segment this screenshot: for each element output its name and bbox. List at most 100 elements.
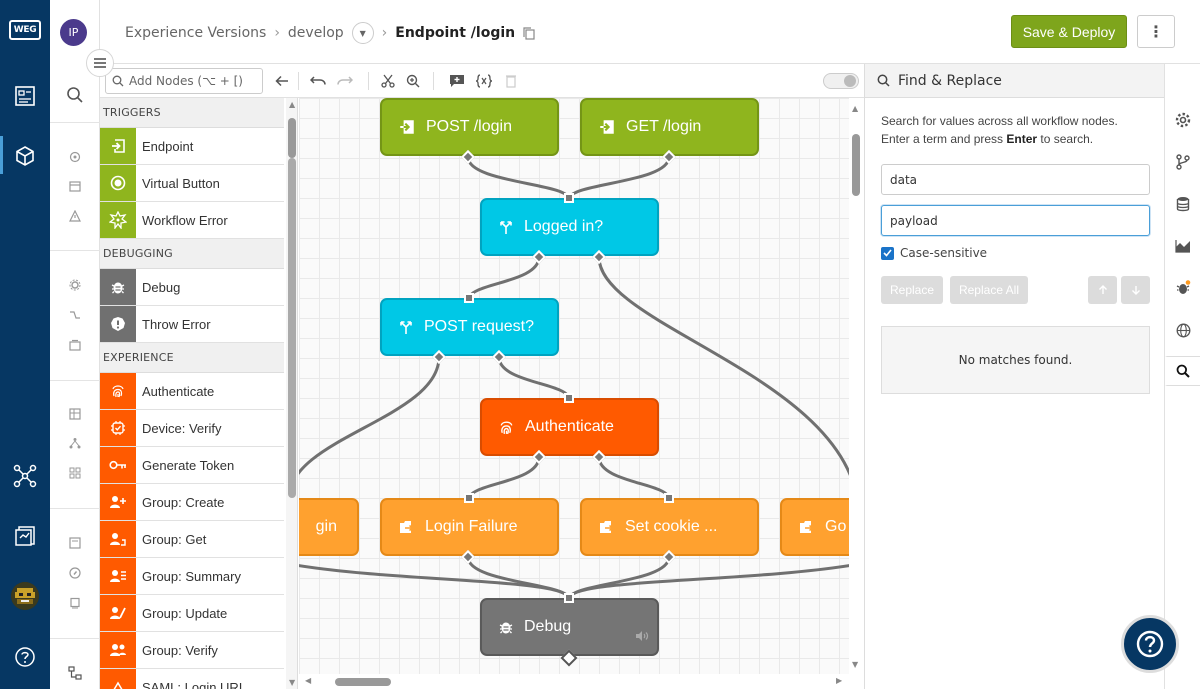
- breadcrumb-experience-versions[interactable]: Experience Versions: [125, 25, 266, 41]
- find-search-icon[interactable]: [1173, 361, 1193, 381]
- undo-icon[interactable]: [309, 72, 327, 90]
- palette-item-group-summary[interactable]: Group: Summary: [100, 558, 284, 595]
- node-get-login[interactable]: GET /login: [580, 98, 759, 156]
- case-sensitive-checkbox[interactable]: Case-sensitive: [881, 246, 987, 260]
- live-mode-toggle[interactable]: [823, 73, 859, 89]
- add-nodes-search[interactable]: Add Nodes (⌥ + [): [105, 68, 263, 94]
- input-port[interactable]: [564, 593, 574, 603]
- palette-item-generate-token[interactable]: Generate Token: [100, 447, 284, 484]
- node-post-login[interactable]: POST /login: [380, 98, 559, 156]
- palette-item-group-get[interactable]: Group: Get: [100, 521, 284, 558]
- palette-item-workflow-error[interactable]: Workflow Error: [100, 202, 284, 239]
- cut-scissors-icon[interactable]: [379, 72, 397, 90]
- menu-toggle-button[interactable]: [86, 49, 114, 77]
- replace-button[interactable]: Replace: [881, 276, 943, 304]
- applications-cube-icon[interactable]: [9, 140, 41, 172]
- node-debug[interactable]: Debug: [480, 598, 659, 656]
- overview-icon[interactable]: [63, 145, 87, 169]
- scroll-down-icon[interactable]: ▼: [852, 660, 858, 669]
- weg-logo[interactable]: WEG: [9, 20, 41, 40]
- globe-icon[interactable]: [1173, 320, 1193, 340]
- workflow-canvas[interactable]: POST /login GET /login Logged in? POST r…: [299, 98, 849, 689]
- next-match-button[interactable]: [1121, 276, 1150, 304]
- device-icon[interactable]: [63, 591, 87, 615]
- experience-flows-icon[interactable]: [63, 661, 87, 685]
- save-and-deploy-button[interactable]: Save & Deploy: [1011, 15, 1127, 48]
- hierarchy-icon[interactable]: [63, 431, 87, 455]
- files-icon[interactable]: [63, 333, 87, 357]
- previous-match-button[interactable]: [1088, 276, 1117, 304]
- canvas-vertical-scrollbar[interactable]: ▲ ▼: [849, 98, 864, 674]
- expression-braces-icon[interactable]: [475, 72, 493, 90]
- canvas-horizontal-scrollbar-thumb[interactable]: [335, 678, 391, 686]
- palette-scrollbar-thumb[interactable]: [288, 118, 296, 158]
- ip-avatar[interactable]: IP: [60, 19, 87, 46]
- scroll-right-icon[interactable]: ▶: [836, 676, 842, 685]
- more-options-button[interactable]: ⋮: [1137, 15, 1175, 48]
- palette-item-endpoint[interactable]: Endpoint: [100, 128, 284, 165]
- help-chat-button[interactable]: [1121, 615, 1179, 673]
- node-post-request[interactable]: POST request?: [380, 298, 559, 356]
- node-redirect-login-partial[interactable]: gin: [299, 498, 359, 556]
- warning-icon[interactable]: [63, 204, 87, 228]
- find-input[interactable]: [881, 164, 1150, 195]
- search-icon[interactable]: [63, 83, 87, 107]
- scroll-up-icon[interactable]: ▲: [289, 100, 295, 109]
- palette-item-saml-login-url[interactable]: SAML: Login URL: [100, 669, 284, 689]
- delete-node-icon[interactable]: [502, 72, 520, 90]
- input-port[interactable]: [664, 493, 674, 503]
- workflow-icon[interactable]: [63, 303, 87, 327]
- palette-scrollbar-track-thumb[interactable]: [288, 158, 296, 498]
- checkbox-checked-icon[interactable]: [881, 246, 894, 260]
- copy-icon[interactable]: [523, 26, 535, 40]
- input-port[interactable]: [564, 193, 574, 203]
- version-branch-icon[interactable]: [1173, 152, 1193, 172]
- node-logged-in[interactable]: Logged in?: [480, 198, 659, 256]
- branch-dropdown-button[interactable]: ▼: [351, 22, 374, 44]
- settings-gear-icon[interactable]: [1173, 110, 1193, 130]
- replace-all-button[interactable]: Replace All: [950, 276, 1028, 304]
- debug-log-bug-icon[interactable]: [1173, 278, 1193, 298]
- back-arrow-icon[interactable]: [273, 72, 291, 90]
- input-port[interactable]: [564, 393, 574, 403]
- grid-icon[interactable]: [63, 461, 87, 485]
- palette-scrollbar[interactable]: ▲ ▼: [286, 98, 297, 689]
- fingerprint-icon: [498, 419, 515, 436]
- storage-database-icon[interactable]: [1173, 194, 1193, 214]
- palette-item-group-update[interactable]: Group: Update: [100, 595, 284, 632]
- settings-cog-icon[interactable]: [63, 273, 87, 297]
- palette-item-virtual-button[interactable]: Virtual Button: [100, 165, 284, 202]
- integrations-network-icon[interactable]: [9, 460, 41, 492]
- dashboards-icon[interactable]: [9, 80, 41, 112]
- notebooks-icon[interactable]: [9, 520, 41, 552]
- palette-item-throw-error[interactable]: Throw Error: [100, 306, 284, 343]
- compass-icon[interactable]: [63, 561, 87, 585]
- palette-item-group-verify[interactable]: Group: Verify: [100, 632, 284, 669]
- scroll-up-icon[interactable]: ▲: [852, 104, 858, 113]
- user-avatar[interactable]: [11, 582, 39, 610]
- input-port[interactable]: [464, 493, 474, 503]
- node-go-to-partial[interactable]: Go t: [780, 498, 849, 556]
- node-login-failure[interactable]: Login Failure: [380, 498, 559, 556]
- palette-item-group-create[interactable]: Group: Create: [100, 484, 284, 521]
- canvas-horizontal-scrollbar[interactable]: ◀ ▶: [299, 674, 849, 689]
- help-circle-icon[interactable]: [9, 641, 41, 673]
- add-comment-icon[interactable]: [448, 72, 466, 90]
- table-icon[interactable]: [63, 402, 87, 426]
- input-port[interactable]: [464, 293, 474, 303]
- report-icon[interactable]: [63, 531, 87, 555]
- node-authenticate[interactable]: Authenticate: [480, 398, 659, 456]
- palette-item-device-verify[interactable]: Device: Verify: [100, 410, 284, 447]
- calendar-icon[interactable]: [63, 174, 87, 198]
- scroll-down-icon[interactable]: ▼: [289, 678, 295, 687]
- palette-item-debug[interactable]: Debug: [100, 269, 284, 306]
- palette-item-authenticate[interactable]: Authenticate: [100, 373, 284, 410]
- scroll-left-icon[interactable]: ◀: [305, 676, 311, 685]
- redo-icon[interactable]: [336, 72, 354, 90]
- canvas-vertical-scrollbar-thumb[interactable]: [852, 134, 860, 196]
- node-set-cookie[interactable]: Set cookie ...: [580, 498, 759, 556]
- zoom-icon[interactable]: [404, 72, 422, 90]
- breadcrumb-branch[interactable]: develop: [288, 25, 344, 41]
- area-chart-icon[interactable]: [1173, 236, 1193, 256]
- replace-input[interactable]: [881, 205, 1150, 236]
